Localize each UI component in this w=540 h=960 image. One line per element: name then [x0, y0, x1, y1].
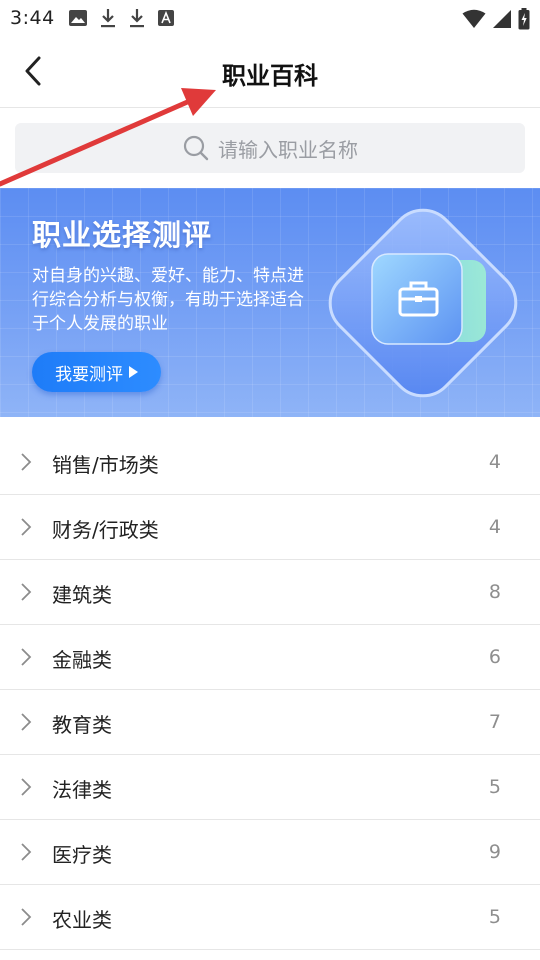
- category-label: 法律类: [52, 778, 112, 802]
- status-time: 3:44: [10, 7, 55, 29]
- category-label: 农业类: [52, 908, 112, 932]
- chevron-right-icon: [21, 908, 32, 926]
- category-label: 建筑类: [52, 583, 112, 607]
- category-count: 8: [488, 581, 501, 603]
- text-a-icon: [157, 10, 174, 26]
- list-item[interactable]: 法律类 5: [0, 755, 540, 820]
- list-item[interactable]: 建筑类 8: [0, 560, 540, 625]
- category-label: 财务/行政类: [52, 518, 159, 542]
- assessment-banner[interactable]: 职业选择测评 对自身的兴趣、爱好、能力、特点进行综合分析与权衡，有助于选择适合于…: [0, 188, 540, 417]
- system-icons: [462, 8, 530, 30]
- category-label: 医疗类: [52, 843, 112, 867]
- chevron-right-icon: [21, 583, 32, 601]
- list-item[interactable]: 销售/市场类 4: [0, 430, 540, 495]
- play-triangle-icon: [129, 366, 138, 378]
- category-count: 7: [488, 711, 501, 733]
- app-screen: 3:44 职业百科 请输入职业名称 职业选择测评 对自身的兴趣、爱好、能力、特点…: [0, 0, 540, 960]
- search-icon: [183, 135, 209, 161]
- category-count: 6: [488, 646, 501, 668]
- search-input[interactable]: 请输入职业名称: [15, 123, 525, 173]
- page-header: 职业百科: [0, 36, 540, 108]
- page-title: 职业百科: [222, 62, 318, 90]
- image-icon: [68, 10, 87, 26]
- chevron-right-icon: [21, 453, 32, 471]
- category-count: 9: [488, 841, 501, 863]
- category-count: 4: [488, 516, 501, 538]
- list-item[interactable]: 医疗类 9: [0, 820, 540, 885]
- status-bar: 3:44: [0, 0, 540, 36]
- category-label: 销售/市场类: [52, 453, 159, 477]
- chevron-right-icon: [21, 778, 32, 796]
- battery-charging-icon: [518, 8, 530, 30]
- list-item[interactable]: 农业类 5: [0, 885, 540, 950]
- notification-icons: [68, 8, 174, 28]
- start-assessment-button[interactable]: 我要测评: [32, 352, 161, 392]
- chevron-right-icon: [21, 648, 32, 666]
- download-icon: [129, 9, 144, 28]
- list-item[interactable]: 教育类 7: [0, 690, 540, 755]
- start-assessment-label: 我要测评: [55, 364, 123, 385]
- list-item[interactable]: 财务/行政类 4: [0, 495, 540, 560]
- search-placeholder: 请输入职业名称: [218, 137, 358, 162]
- category-count: 5: [488, 906, 501, 928]
- category-count: 5: [488, 776, 501, 798]
- banner-description: 对自身的兴趣、爱好、能力、特点进行综合分析与权衡，有助于选择适合于个人发展的职业: [32, 266, 304, 334]
- chevron-right-icon: [21, 713, 32, 731]
- category-list: 销售/市场类 4 财务/行政类 4 建筑类 8 金融类 6 教育类 7 法律类 …: [0, 430, 540, 950]
- chevron-right-icon: [21, 843, 32, 861]
- list-item[interactable]: 金融类 6: [0, 625, 540, 690]
- banner-title: 职业选择测评: [32, 218, 213, 252]
- banner-illustration: [328, 208, 518, 398]
- chevron-right-icon: [21, 518, 32, 536]
- download-icon: [100, 9, 115, 28]
- category-count: 4: [488, 451, 501, 473]
- signal-icon: [493, 10, 511, 28]
- wifi-icon: [462, 9, 486, 28]
- category-label: 金融类: [52, 648, 112, 672]
- category-label: 教育类: [52, 713, 112, 737]
